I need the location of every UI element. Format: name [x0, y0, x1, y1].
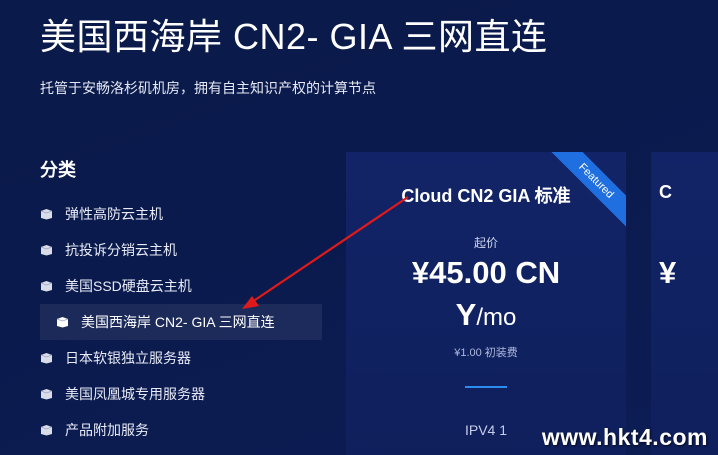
sidebar-item-us-ssd-cloud[interactable]: 美国SSD硬盘云主机 [40, 268, 322, 304]
sidebar-heading: 分类 [40, 160, 76, 180]
sidebar-item-label: 美国西海岸 CN2- GIA 三网直连 [81, 314, 275, 330]
page-subtitle: 托管于安畅洛杉矶机房，拥有自主知识产权的计算节点 [40, 80, 376, 96]
sidebar-item-label: 美国凤凰城专用服务器 [65, 386, 205, 402]
sidebar-item-japan-softbank-dedicated[interactable]: 日本软银独立服务器 [40, 340, 322, 376]
page-title: 美国西海岸 CN2- GIA 三网直连 [40, 16, 548, 57]
card-divider [465, 386, 507, 388]
sidebar-item-label: 抗投诉分销云主机 [65, 242, 177, 258]
watermark-text: www.hkt4.com [541, 424, 708, 450]
box-icon [40, 424, 53, 436]
product-price: ¥45.00 CN Y/mo [346, 252, 626, 339]
product-price-partial: ¥ [659, 255, 677, 290]
sidebar-item-label: 弹性高防云主机 [65, 206, 163, 222]
box-icon [40, 352, 53, 364]
price-period: /mo [476, 304, 517, 331]
sidebar-item-us-west-cn2-gia[interactable]: 美国西海岸 CN2- GIA 三网直连 [40, 304, 322, 340]
price-amount-continued: Y/mo [346, 294, 626, 339]
product-card-next[interactable]: C ¥ [651, 152, 718, 455]
sidebar-item-label: 产品附加服务 [65, 422, 149, 438]
price-caption: 起价 [473, 236, 498, 250]
sidebar-item-label: 日本软银独立服务器 [65, 350, 191, 366]
sidebar-item-us-phoenix-dedicated[interactable]: 美国凤凰城专用服务器 [40, 376, 322, 412]
price-currency-tail: Y [455, 297, 477, 332]
product-title: Cloud CN2 GIA 标准 [401, 186, 571, 206]
box-icon [40, 244, 53, 256]
category-sidebar: 弹性高防云主机 抗投诉分销云主机 美国SSD硬盘云主机 美国西海岸 CN2- G… [40, 196, 322, 448]
product-title-partial: C [659, 182, 672, 202]
sidebar-item-anti-complaint-cloud[interactable]: 抗投诉分销云主机 [40, 232, 322, 268]
box-icon [40, 388, 53, 400]
price-amount: ¥45.00 CN [411, 255, 561, 290]
box-icon [40, 208, 53, 220]
sidebar-item-label: 美国SSD硬盘云主机 [65, 278, 192, 294]
setup-fee: ¥1.00 初装费 [454, 347, 518, 359]
box-icon [40, 280, 53, 292]
sidebar-item-addon-services[interactable]: 产品附加服务 [40, 412, 322, 448]
sidebar-item-elastic-ddos-cloud[interactable]: 弹性高防云主机 [40, 196, 322, 232]
box-icon [56, 316, 69, 328]
product-card-cn2-gia-standard[interactable]: Cloud CN2 GIA 标准 Featured 起价 ¥45.00 CN Y… [346, 152, 626, 455]
